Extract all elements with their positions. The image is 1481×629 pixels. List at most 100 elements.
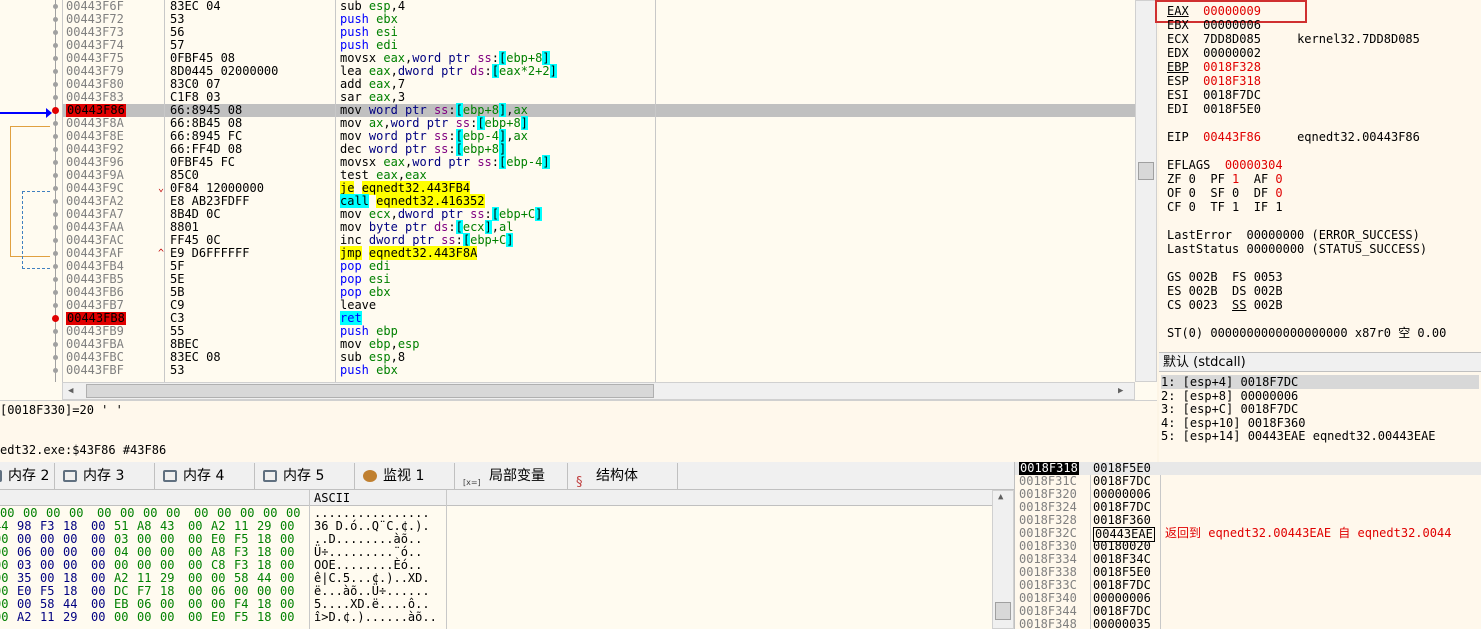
call-arg-item[interactable]: 2: [esp+8] 00000006	[1161, 389, 1479, 403]
disassembly-hscroll-thumb[interactable]	[86, 384, 654, 398]
dump-byte[interactable]: 00	[188, 611, 202, 624]
disasm-row[interactable]: 00443FB5 5E pop esi	[62, 273, 1135, 286]
reg-eip[interactable]: EIP 00443F86 eqnedt32.00443F86	[1167, 130, 1420, 144]
call-arg-item[interactable]: 1: [esp+4] 0018F7DC	[1161, 375, 1479, 389]
tab-3[interactable]: 内存 4	[155, 463, 255, 489]
flags-row-2[interactable]: OF 0 SF 0 DF 0	[1167, 186, 1283, 200]
tab-4[interactable]: 内存 5	[255, 463, 355, 489]
disassembly-vscrollbar[interactable]	[1135, 0, 1157, 382]
gutter-dot-icon[interactable]	[53, 17, 58, 22]
scroll-left-icon[interactable]: ◀	[68, 386, 73, 396]
gutter-dot-icon[interactable]	[53, 329, 58, 334]
gutter-dot-icon[interactable]	[53, 251, 58, 256]
stack-row[interactable]: 0018F334 0018F34C	[1015, 553, 1481, 566]
disasm-row[interactable]: 00443FBA 8BEC mov ebp,esp	[62, 338, 1135, 351]
dump-byte[interactable]: 00	[137, 611, 151, 624]
gutter-dot-icon[interactable]	[53, 303, 58, 308]
gutter-dot-icon[interactable]	[53, 95, 58, 100]
stack-pane[interactable]: 0018F318 0018F5E0 0018F31C 0018F7DC 0018F320…	[1014, 462, 1481, 629]
flags-row-3[interactable]: CF 0 TF 1 IF 1	[1167, 200, 1283, 214]
gutter-dot-icon[interactable]	[53, 121, 58, 126]
disassembly-vscroll-thumb[interactable]	[1138, 162, 1154, 180]
breakpoint-icon[interactable]	[52, 315, 59, 322]
gutter-dot-icon[interactable]	[53, 212, 58, 217]
dump-byte[interactable]: 00	[280, 611, 294, 624]
disasm-row[interactable]: 00443F73 56 push esi	[62, 26, 1135, 39]
gutter-dot-icon[interactable]	[53, 225, 58, 230]
dump-byte[interactable]: 00	[160, 611, 174, 624]
tab-1[interactable]: 内存 2	[0, 463, 55, 489]
stack-row[interactable]: 0018F33C 0018F7DC	[1015, 579, 1481, 592]
reg-eflags[interactable]: EFLAGS 00000304	[1167, 158, 1283, 172]
reg-ebx[interactable]: EBX 00000006	[1167, 18, 1261, 32]
disasm-row[interactable]: 00443FB9 55 push ebp	[62, 325, 1135, 338]
stack-row[interactable]: 0018F338 0018F5E0	[1015, 566, 1481, 579]
disasm-row[interactable]: 00443F72 53 push ebx	[62, 13, 1135, 26]
dump-byte[interactable]: 29	[63, 611, 77, 624]
call-arg-item[interactable]: 5: [esp+14] 00443EAE eqnedt32.00443EAE	[1161, 429, 1479, 443]
stack-row[interactable]: 0018F320 00000006	[1015, 488, 1481, 501]
gutter-dot-icon[interactable]	[53, 186, 58, 191]
disasm-row[interactable]: 00443F6F 83EC 04 sub esp,4	[62, 0, 1135, 13]
gutter-dot-icon[interactable]	[53, 82, 58, 87]
tab-2[interactable]: 内存 3	[55, 463, 155, 489]
call-args-pane[interactable]: 默认 (stdcall) 1: [esp+4] 0018F7DC 2: [esp+…	[1159, 352, 1481, 462]
gutter-dot-icon[interactable]	[53, 147, 58, 152]
dump-byte[interactable]: 00	[91, 611, 105, 624]
scroll-right-icon[interactable]: ▶	[1118, 386, 1123, 396]
flags-row-1[interactable]: ZF 0 PF 1 AF 0	[1167, 172, 1283, 186]
reg-edx[interactable]: EDX 00000002	[1167, 46, 1261, 60]
gutter-dot-icon[interactable]	[53, 238, 58, 243]
dump-byte[interactable]: 00	[114, 611, 128, 624]
gutter-dot-icon[interactable]	[53, 160, 58, 165]
reg-eax[interactable]: EAX 00000009	[1167, 4, 1261, 18]
dump-byte[interactable]: F5	[234, 611, 248, 624]
tab-6[interactable]: [x=] 局部变量	[455, 463, 568, 489]
dump-byte[interactable]: 11	[40, 611, 54, 624]
dump-byte[interactable]: A2	[17, 611, 31, 624]
tab-5[interactable]: 监视 1	[355, 463, 455, 489]
dump-byte[interactable]: 00	[0, 611, 8, 624]
disasm-row[interactable]: 00443FB6 5B pop ebx	[62, 286, 1135, 299]
disasm-row[interactable]: 00443FAF E9 D6FFFFFF jmp eqnedt32.443F8A ^	[62, 246, 1135, 260]
stack-row[interactable]: 0018F32C 00443EAE 返回到 eqnedt32.00443EAE 自 …	[1015, 527, 1481, 542]
gutter-dot-icon[interactable]	[53, 69, 58, 74]
disasm-row[interactable]: 00443FA2 E8 AB23FDFF call eqnedt32.416352	[62, 194, 1135, 208]
disassembly-pane[interactable]: 00443F6F 83EC 04 sub esp,4 00443F72 53 push e…	[0, 0, 1157, 400]
gutter-dot-icon[interactable]	[53, 199, 58, 204]
dump-vscroll-thumb[interactable]	[995, 602, 1011, 620]
breakpoint-icon[interactable]	[52, 107, 59, 114]
segments-row-3[interactable]: CS 0023 SS 002B	[1167, 298, 1283, 312]
registers-pane[interactable]: EAX 00000009 EBX 00000006 ECX 7DD8D085 k…	[1155, 0, 1481, 352]
gutter-dot-icon[interactable]	[53, 30, 58, 35]
gutter-dot-icon[interactable]	[53, 56, 58, 61]
disasm-row[interactable]: 00443FBF 53 push ebx	[62, 364, 1135, 377]
gutter-dot-icon[interactable]	[53, 134, 58, 139]
disasm-row[interactable]: 00443FB7 C9 leave	[62, 299, 1135, 312]
disasm-row[interactable]: 00443FB4 5F pop edi	[62, 260, 1135, 273]
memory-dump-pane[interactable]: ASCII 00 00 00 00 00 00 00 00 00 00 00 00 00........…	[0, 490, 1014, 629]
reg-ebp[interactable]: EBP 0018F328	[1167, 60, 1261, 74]
stack-row[interactable]: 0018F348 00000035	[1015, 618, 1481, 629]
call-arg-item[interactable]: 4: [esp+10] 0018F360	[1161, 416, 1479, 430]
gutter-dot-icon[interactable]	[53, 43, 58, 48]
disasm-row[interactable]: 00443FAA 8801 mov byte ptr ds:[ecx],al	[62, 220, 1135, 234]
disasm-row[interactable]: 00443F79 8D0445 02000000 lea eax,dword ptr…	[62, 64, 1135, 78]
gutter-dot-icon[interactable]	[53, 368, 58, 373]
fpu-st0[interactable]: ST(0) 0000000000000000000 x87r0 空 0.00	[1167, 326, 1446, 340]
segments-row-2[interactable]: ES 002B DS 002B	[1167, 284, 1283, 298]
dump-ascii[interactable]: î>D.¢.)......àõ..	[314, 611, 437, 624]
dump-byte[interactable]: E0	[211, 611, 225, 624]
dump-row[interactable]: 00 A2 11 29 00 00 00 00 00 E0 F5 18 00 î>D.¢.)......à…	[0, 611, 992, 624]
call-convention-header[interactable]: 默认 (stdcall)	[1159, 353, 1481, 372]
stack-row[interactable]: 0018F318 0018F5E0	[1015, 462, 1481, 475]
stack-row[interactable]: 0018F344 0018F7DC	[1015, 605, 1481, 618]
disasm-row[interactable]: 00443F96 0FBF45 FC movsx eax,word ptr ss:[…	[62, 155, 1135, 169]
reg-esp[interactable]: ESP 0018F318	[1167, 74, 1261, 88]
gutter-dot-icon[interactable]	[53, 277, 58, 282]
reg-ecx[interactable]: ECX 7DD8D085 kernel32.7DD8D085	[1167, 32, 1420, 46]
dump-scroll-up-icon[interactable]: ▲	[998, 492, 1003, 502]
reg-esi[interactable]: ESI 0018F7DC	[1167, 88, 1261, 102]
gutter-dot-icon[interactable]	[53, 342, 58, 347]
disasm-row[interactable]: 00443F80 83C0 07 add eax,7	[62, 78, 1135, 91]
